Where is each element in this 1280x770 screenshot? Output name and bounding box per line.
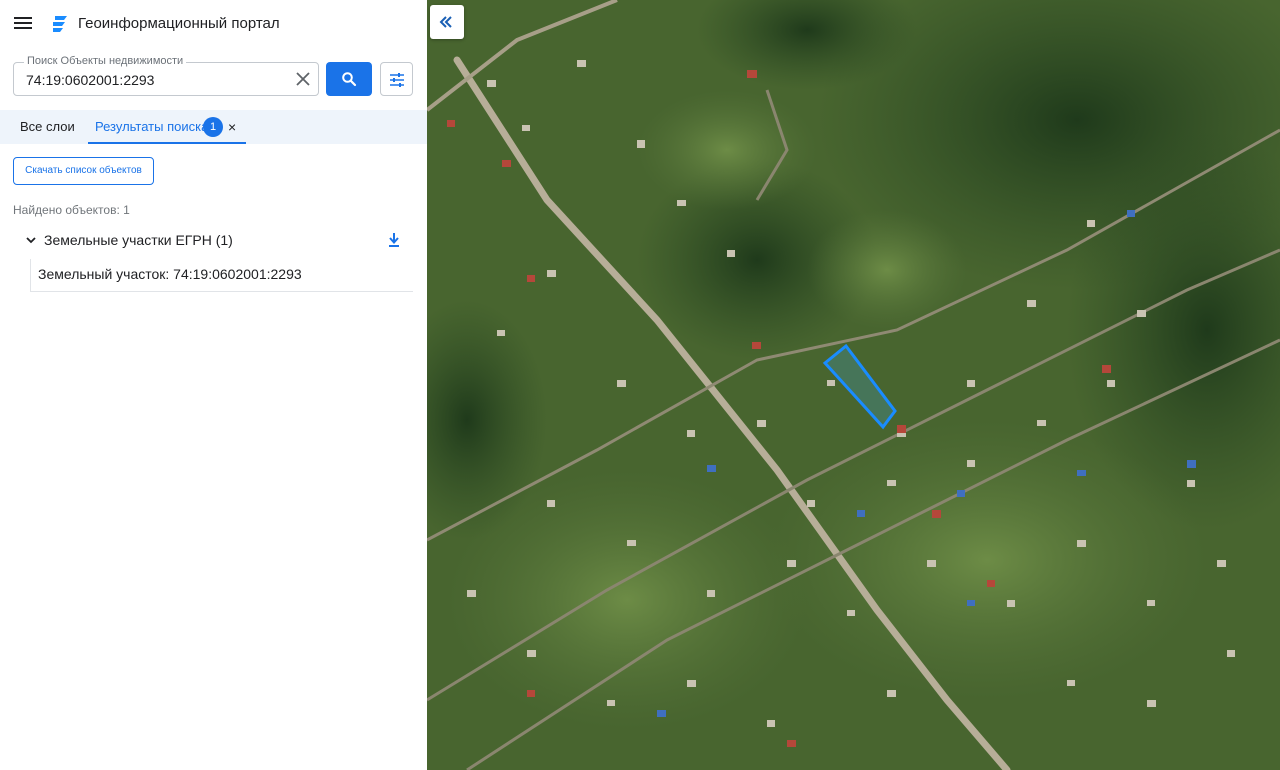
search-button[interactable] (326, 62, 372, 96)
meadow-area (637, 90, 817, 210)
found-count: Найдено объектов: 1 (13, 203, 130, 217)
list-item-label: Земельный участок: 74:19:0602001:2293 (38, 266, 302, 282)
download-list-button[interactable]: Скачать список объектов (13, 157, 154, 185)
filter-button[interactable] (380, 62, 413, 96)
chevron-down-icon[interactable] (26, 236, 36, 244)
close-icon[interactable] (294, 70, 312, 88)
double-chevron-left-icon (439, 16, 452, 28)
collapse-sidebar-button[interactable] (430, 5, 464, 39)
map-view[interactable] (427, 0, 1280, 770)
app-title: Геоинформационный портал (78, 15, 280, 32)
sliders-icon (390, 73, 404, 87)
list-item[interactable]: Земельный участок: 74:19:0602001:2293 (30, 259, 413, 292)
satellite-imagery (427, 0, 1280, 770)
search-input[interactable] (26, 70, 286, 90)
results-count-badge: 1 (203, 117, 223, 137)
search-icon (342, 72, 357, 87)
download-icon[interactable] (387, 232, 401, 248)
app-root: Геоинформационный портал Поиск Объекты н… (0, 0, 1280, 770)
sidebar: Геоинформационный портал Поиск Объекты н… (0, 0, 427, 770)
meadow-area (807, 210, 967, 330)
search-field-label: Поиск Объекты недвижимости (24, 55, 187, 67)
close-tab-icon[interactable]: × (228, 110, 236, 144)
portal-logo-icon (53, 16, 67, 32)
tab-all-layers[interactable]: Все слои (20, 110, 75, 144)
tab-bar: Все слои Результаты поиска 1 × (0, 110, 427, 144)
tab-search-results-label: Результаты поиска (95, 119, 209, 134)
result-group-label: Земельные участки ЕГРН (1) (44, 232, 233, 248)
hamburger-menu-icon[interactable] (14, 15, 32, 31)
top-bar: Геоинформационный портал (0, 0, 427, 48)
result-group-header[interactable]: Земельные участки ЕГРН (1) (24, 228, 413, 254)
search-field[interactable]: Поиск Объекты недвижимости (13, 55, 319, 96)
tab-search-results[interactable]: Результаты поиска 1 × (88, 110, 246, 144)
meadow-area (767, 420, 1207, 700)
